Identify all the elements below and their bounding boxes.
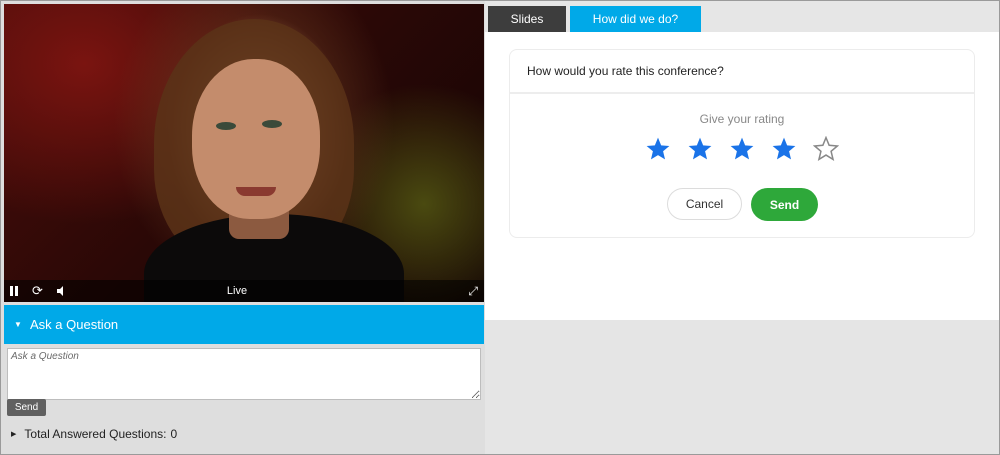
speaker-eye-left (216, 122, 236, 130)
left-panel: ⟳ Live ⤢ ▼ Ask a Question Send ▶ Total An… (1, 1, 485, 454)
star-rating (510, 136, 974, 167)
video-controls: ⟳ Live ⤢ (4, 280, 484, 302)
rating-question: How would you rate this conference? (510, 50, 974, 94)
video-player[interactable]: ⟳ Live ⤢ (4, 4, 484, 302)
cancel-button[interactable]: Cancel (667, 188, 742, 220)
star-filled-icon[interactable] (729, 136, 755, 162)
caret-right-icon: ▶ (11, 431, 17, 438)
speaker-mouth (236, 187, 276, 196)
ask-question-toggle[interactable]: ▼ Ask a Question (4, 305, 484, 344)
fullscreen-icon[interactable]: ⤢ (468, 283, 478, 299)
star-filled-icon[interactable] (771, 136, 797, 162)
app-frame: ⟳ Live ⤢ ▼ Ask a Question Send ▶ Total An… (0, 0, 1000, 455)
speaker-eye-right (262, 120, 282, 128)
star-filled-icon[interactable] (687, 136, 713, 162)
total-answered-count: 0 (170, 427, 178, 441)
total-answered-label: Total Answered Questions: (24, 427, 167, 441)
star-filled-icon[interactable] (645, 136, 671, 162)
send-question-button[interactable]: Send (7, 399, 46, 416)
question-input[interactable] (7, 348, 481, 400)
star-empty-icon[interactable] (813, 136, 839, 162)
live-status: Live (226, 285, 248, 297)
total-answered-toggle[interactable]: ▶ Total Answered Questions: 0 (11, 427, 177, 441)
ask-question-header: Ask a Question (30, 317, 119, 332)
rating-panel: How would you rate this conference? Give… (485, 32, 999, 320)
tab-how-did-we-do[interactable]: How did we do? (570, 6, 701, 32)
send-rating-button[interactable]: Send (751, 188, 818, 221)
rating-prompt: Give your rating (699, 112, 785, 126)
right-panel: Slides How did we do? How would you rate… (485, 1, 999, 454)
tab-slides[interactable]: Slides (488, 6, 566, 32)
caret-down-icon: ▼ (14, 320, 22, 329)
tab-bar: Slides How did we do? (485, 1, 999, 32)
rating-card: How would you rate this conference? Give… (509, 49, 975, 238)
